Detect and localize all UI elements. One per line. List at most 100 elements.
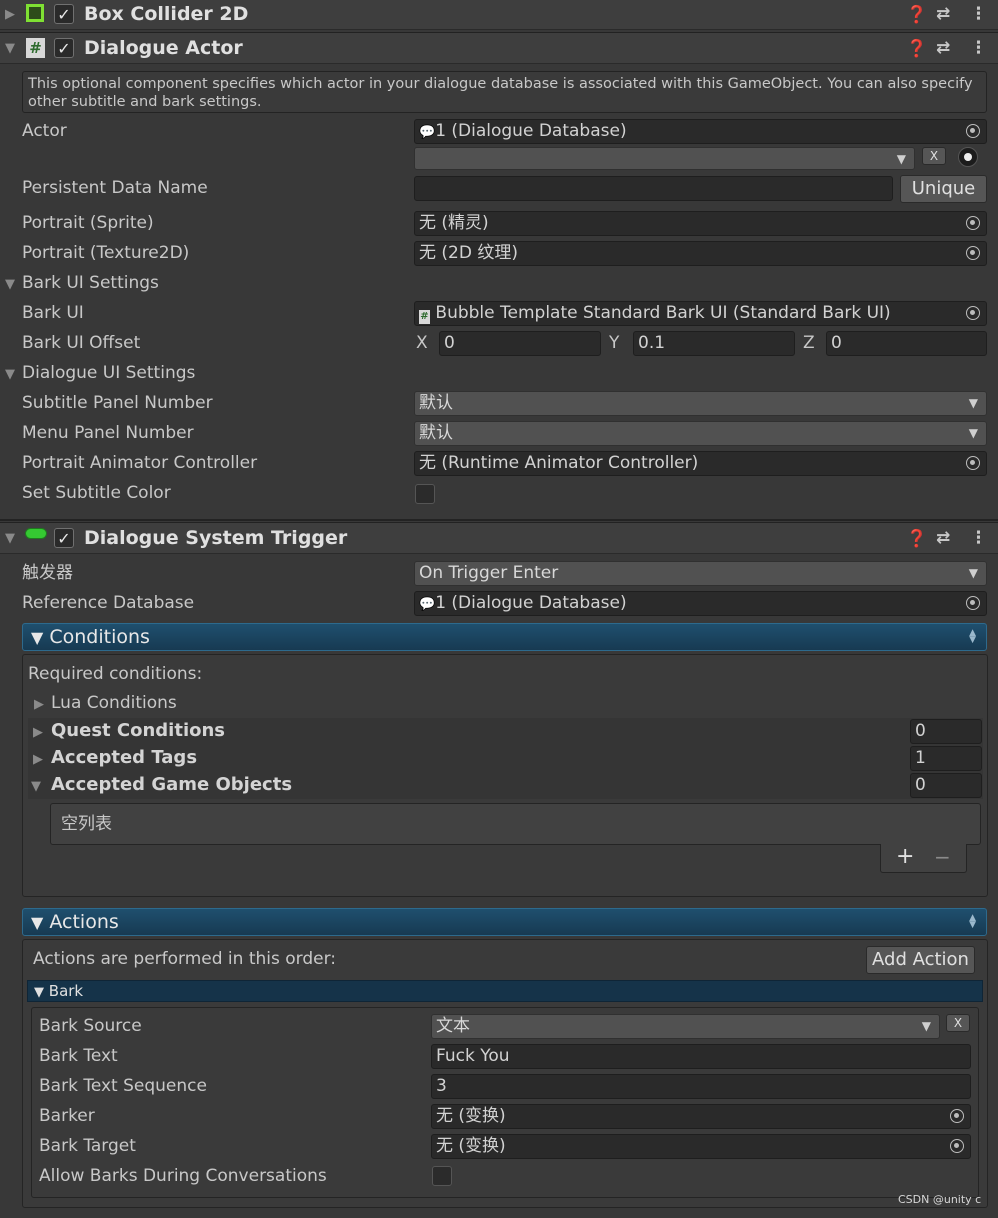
presets-icon[interactable]: ⇄ <box>936 38 950 58</box>
offset-y-input[interactable]: 0.1 <box>633 331 795 356</box>
offset-x-input[interactable]: 0 <box>439 331 601 356</box>
quest-conditions-foldout[interactable]: Quest Conditions <box>51 717 225 745</box>
chevron-down-icon: ▼ <box>968 426 978 440</box>
dot-icon <box>964 153 972 161</box>
actor-field[interactable]: 💬1 (Dialogue Database) <box>414 119 987 144</box>
allow-barks-checkbox[interactable] <box>432 1166 452 1186</box>
bark-text-sequence-input[interactable]: 3 <box>431 1074 971 1099</box>
object-picker-icon[interactable] <box>966 596 980 610</box>
trigger-pill-icon <box>25 528 47 539</box>
kebab-menu-icon[interactable]: ⋮ <box>970 4 987 24</box>
required-conditions-label: Required conditions: <box>28 664 203 684</box>
actions-foldout[interactable]: ▼ Actions ▲ ▼ <box>22 908 987 936</box>
portrait-sprite-field[interactable]: 无 (精灵) <box>414 211 987 236</box>
foldout-expanded-icon: ▼ <box>34 985 44 1000</box>
bark-text-sequence-label: Bark Text Sequence <box>39 1076 207 1096</box>
offset-z-input[interactable]: 0 <box>826 331 987 356</box>
watermark: CSDN @unity c <box>898 1193 982 1206</box>
foldout-expanded-icon[interactable]: ▼ <box>5 367 15 382</box>
help-icon[interactable]: ❓ <box>906 5 927 25</box>
reference-database-field[interactable]: 💬1 (Dialogue Database) <box>414 591 987 616</box>
component-title: Dialogue System Trigger <box>84 527 348 549</box>
object-picker-icon[interactable] <box>966 456 980 470</box>
kebab-menu-icon[interactable]: ⋮ <box>970 528 987 548</box>
foldout-expanded-icon: ▼ <box>31 913 44 932</box>
foldout-expanded-icon[interactable]: ▼ <box>5 41 15 56</box>
allow-barks-label: Allow Barks During Conversations <box>39 1166 327 1186</box>
accepted-game-objects-foldout[interactable]: Accepted Game Objects <box>51 771 292 799</box>
bark-ui-settings-foldout[interactable]: Bark UI Settings <box>22 269 159 297</box>
bark-ui-label: Bark UI <box>22 303 84 323</box>
enabled-checkbox[interactable]: ✓ <box>54 4 74 24</box>
bark-text-input[interactable]: Fuck You <box>431 1044 971 1069</box>
object-picker-icon[interactable] <box>966 306 980 320</box>
accepted-game-objects-count[interactable]: 0 <box>910 773 982 798</box>
foldout-expanded-icon: ▼ <box>31 628 44 647</box>
menu-panel-dropdown[interactable]: 默认 ▼ <box>414 421 987 446</box>
actor-clear-button[interactable]: X <box>922 147 946 165</box>
lua-conditions-foldout[interactable]: Lua Conditions <box>51 689 177 717</box>
dialogue-ui-settings-foldout[interactable]: Dialogue UI Settings <box>22 359 195 387</box>
bark-target-field[interactable]: 无 (变换) <box>431 1134 971 1159</box>
help-icon[interactable]: ❓ <box>906 529 927 549</box>
actor-select-dropdown[interactable]: ▼ <box>414 147 915 170</box>
persistent-data-name-input[interactable] <box>414 176 893 201</box>
empty-list-box: 空列表 <box>50 803 981 845</box>
object-picker-icon[interactable] <box>966 246 980 260</box>
foldout-expanded-icon[interactable]: ▼ <box>31 779 41 794</box>
unique-button[interactable]: Unique <box>900 175 987 203</box>
foldout-collapsed-icon[interactable]: ▶ <box>34 697 44 712</box>
foldout-collapsed-icon[interactable]: ▶ <box>5 7 15 22</box>
portrait-texture-field[interactable]: 无 (2D 纹理) <box>414 241 987 266</box>
object-picker-icon[interactable] <box>966 216 980 230</box>
trigger-label: 触发器 <box>22 563 73 583</box>
dialogue-actor-header[interactable]: ▼ # ✓ Dialogue Actor ❓ ⇄ ⋮ <box>0 32 998 64</box>
add-action-button[interactable]: Add Action <box>866 946 975 974</box>
remove-element-button[interactable]: − <box>934 844 951 870</box>
actor-picker-button[interactable] <box>958 147 978 167</box>
object-picker-icon[interactable] <box>950 1109 964 1123</box>
reference-database-label: Reference Database <box>22 593 195 613</box>
kebab-menu-icon[interactable]: ⋮ <box>970 38 987 58</box>
help-icon[interactable]: ❓ <box>906 39 927 59</box>
presets-icon[interactable]: ⇄ <box>936 528 950 548</box>
offset-x-label[interactable]: X <box>416 329 428 357</box>
object-picker-icon[interactable] <box>966 124 980 138</box>
accepted-tags-count[interactable]: 1 <box>910 746 982 771</box>
foldout-collapsed-icon[interactable]: ▶ <box>33 752 43 767</box>
dialogue-system-trigger-header[interactable]: ▼ ✓ Dialogue System Trigger ❓ ⇄ ⋮ <box>0 522 998 554</box>
box-collider-icon <box>26 4 44 22</box>
subtitle-panel-dropdown[interactable]: 默认 ▼ <box>414 391 987 416</box>
offset-z-label[interactable]: Z <box>803 329 815 357</box>
enabled-checkbox[interactable]: ✓ <box>54 528 74 548</box>
sort-arrows-icon: ▲ ▼ <box>969 913 976 930</box>
object-picker-icon[interactable] <box>950 1139 964 1153</box>
offset-y-label[interactable]: Y <box>609 329 619 357</box>
box-collider-header[interactable]: ▶ ✓ Box Collider 2D ❓ ⇄ ⋮ <box>0 0 998 30</box>
component-title: Box Collider 2D <box>84 3 249 25</box>
accepted-tags-foldout[interactable]: Accepted Tags <box>51 744 197 772</box>
enabled-checkbox[interactable]: ✓ <box>54 38 74 58</box>
barker-field[interactable]: 无 (变换) <box>431 1104 971 1129</box>
foldout-expanded-icon[interactable]: ▼ <box>5 277 15 292</box>
portrait-sprite-label: Portrait (Sprite) <box>22 213 154 233</box>
quest-conditions-count[interactable]: 0 <box>910 719 982 744</box>
bark-source-clear-button[interactable]: X <box>946 1014 970 1032</box>
bark-ui-field[interactable]: # Bubble Template Standard Bark UI (Stan… <box>414 301 987 326</box>
bark-action-header[interactable]: ▼ Bark <box>27 980 983 1002</box>
menu-panel-label: Menu Panel Number <box>22 423 194 443</box>
presets-icon[interactable]: ⇄ <box>936 4 950 24</box>
foldout-collapsed-icon[interactable]: ▶ <box>33 725 43 740</box>
conditions-foldout[interactable]: ▼ Conditions ▲ ▼ <box>22 623 987 651</box>
sort-arrows-icon: ▲ ▼ <box>969 628 976 645</box>
portrait-animator-label: Portrait Animator Controller <box>22 453 258 473</box>
script-icon: # <box>419 310 430 324</box>
bark-source-dropdown[interactable]: 文本 ▼ <box>431 1014 940 1039</box>
bark-target-label: Bark Target <box>39 1136 136 1156</box>
component-title: Dialogue Actor <box>84 37 243 59</box>
set-subtitle-color-checkbox[interactable] <box>415 484 435 504</box>
trigger-dropdown[interactable]: On Trigger Enter ▼ <box>414 561 987 586</box>
add-element-button[interactable]: + <box>896 844 914 870</box>
portrait-animator-field[interactable]: 无 (Runtime Animator Controller) <box>414 451 987 476</box>
foldout-expanded-icon[interactable]: ▼ <box>5 531 15 546</box>
